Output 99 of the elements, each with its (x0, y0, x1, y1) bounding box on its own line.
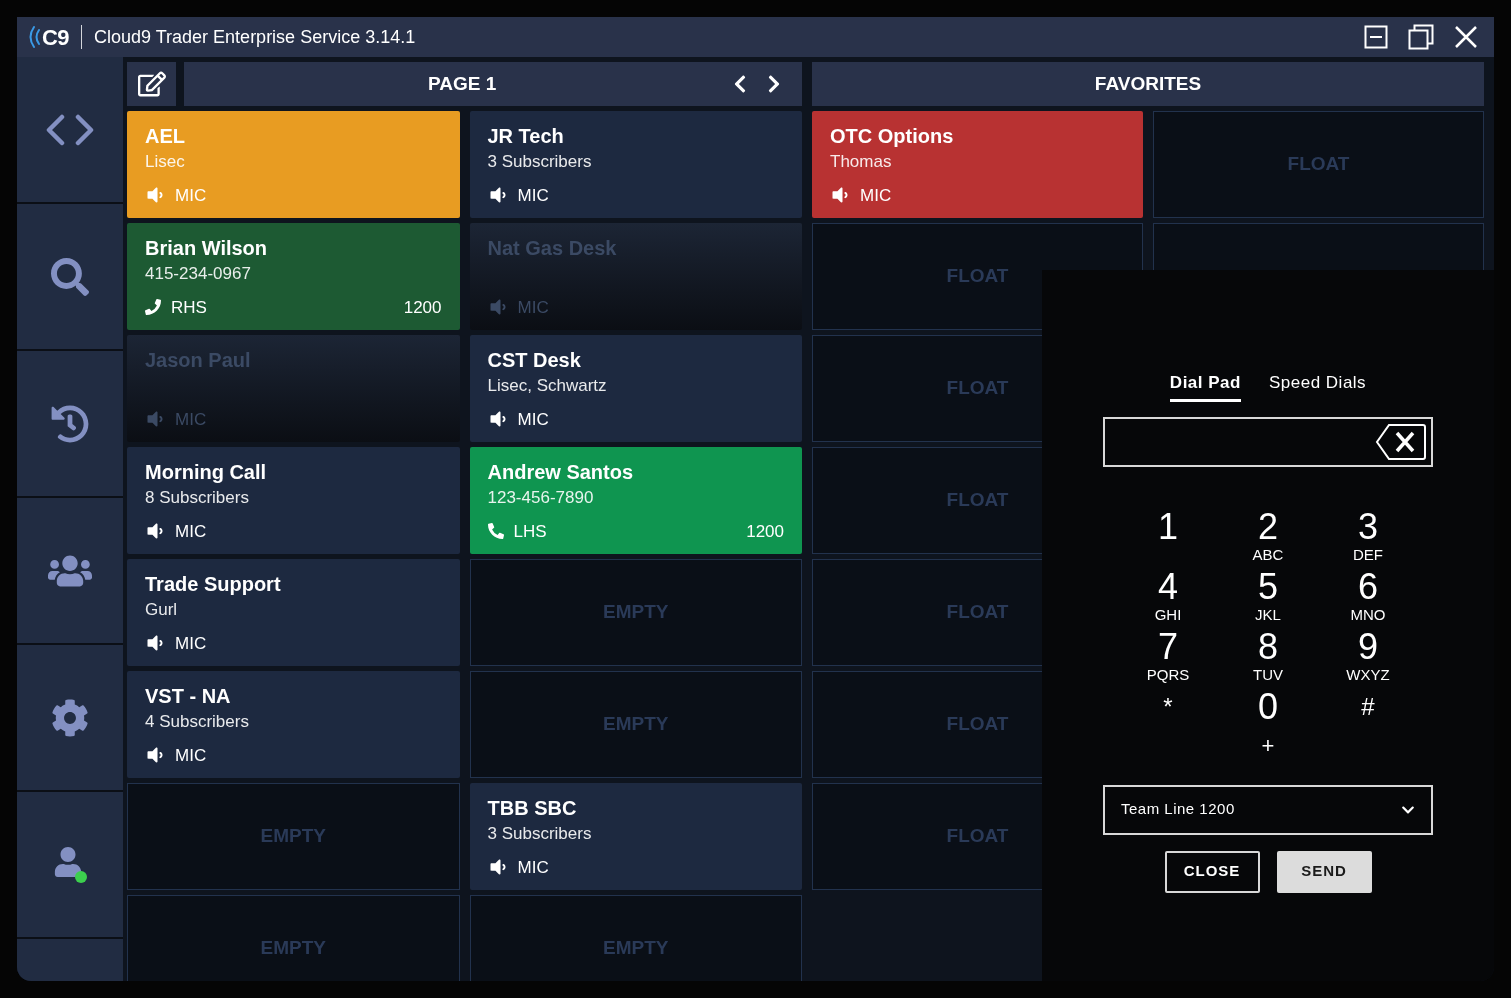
settings-icon (51, 698, 89, 737)
contact-tile[interactable]: OTC Options Thomas MIC (812, 111, 1143, 218)
backspace-icon[interactable] (1375, 422, 1427, 461)
tile-subtitle: 4 Subscribers (145, 711, 249, 733)
line-label: MIC (175, 408, 207, 431)
tile-title: TBB SBC (487, 796, 578, 821)
tile-placeholder: EMPTY (603, 600, 669, 625)
tile-subtitle: Lisec (145, 151, 185, 173)
tile-title: JR Tech (487, 124, 565, 149)
contact-tile[interactable]: JR Tech 3 Subscribers MIC (469, 111, 802, 218)
tile-title: Brian Wilson (145, 236, 269, 261)
code-icon (44, 113, 96, 146)
sidebar-item[interactable] (17, 498, 123, 643)
line-select[interactable]: Team Line 1200 (1103, 784, 1433, 835)
contact-tile[interactable]: Morning Call 8 Subscribers MIC (127, 447, 460, 554)
tile-title: Jason Paul (145, 348, 252, 373)
tile-subtitle: 123-456-7890 (487, 487, 594, 509)
line-label: MIC (860, 184, 892, 207)
tile-placeholder: EMPTY (260, 936, 326, 961)
tile-placeholder: EMPTY (603, 936, 669, 961)
dial-tab[interactable]: Dial Pad (1169, 370, 1241, 402)
contact-tile[interactable]: Andrew Santos 123-456-7890 LHS 1200 (469, 447, 802, 554)
tile-subtitle: 8 Subscribers (145, 487, 249, 509)
tile-subtitle: 3 Subscribers (487, 151, 592, 173)
tile-title: Nat Gas Desk (487, 236, 618, 261)
speaker-icon (145, 521, 165, 542)
tile-subtitle: Thomas (830, 151, 892, 173)
tile-placeholder: FLOAT (946, 264, 1009, 289)
window-title: Cloud9 Trader Enterprise Service 3.14.1 (94, 25, 416, 49)
tile-title: VST - NA (145, 684, 232, 709)
tile-title: Andrew Santos (487, 460, 635, 485)
tile-title: Morning Call (145, 460, 268, 485)
sidebar-item[interactable] (17, 645, 123, 790)
tile-placeholder: EMPTY (260, 824, 326, 849)
tile-subtitle: 415-234-0967 (145, 263, 251, 285)
dial-key[interactable]: # (1318, 688, 1418, 747)
tile-placeholder: FLOAT (946, 376, 1009, 401)
contact-tile[interactable]: TBB SBC 3 Subscribers MIC (469, 783, 802, 890)
tile-placeholder: FLOAT (946, 488, 1009, 513)
line-label: MIC (517, 184, 549, 207)
edit-button[interactable] (127, 62, 176, 106)
tile-placeholder: FLOAT (946, 600, 1009, 625)
contact-tile[interactable]: Trade Support Gurl MIC (127, 559, 460, 666)
send-button[interactable]: SEND (1276, 850, 1372, 893)
sidebar-item[interactable] (17, 351, 123, 496)
dial-key[interactable]: 9 WXYZ (1318, 628, 1418, 687)
search-icon (51, 257, 89, 296)
tile-subtitle: Gurl (145, 599, 178, 621)
line-label: MIC (175, 632, 207, 655)
speaker-icon (145, 745, 165, 766)
maximize-icon[interactable] (1408, 24, 1434, 50)
dial-key[interactable]: 2 ABC (1218, 508, 1318, 567)
close-icon[interactable] (1454, 25, 1478, 49)
speaker-icon (145, 185, 165, 206)
close-button[interactable]: CLOSE (1164, 850, 1260, 893)
sidebar-item[interactable] (17, 204, 123, 349)
extension-number: 1200 (403, 296, 442, 319)
edit-icon (137, 70, 166, 98)
sidebar-item[interactable] (17, 792, 123, 937)
speaker-icon (830, 185, 850, 206)
dial-key[interactable]: 8 TUV (1218, 628, 1318, 687)
number-field[interactable] (1103, 416, 1433, 467)
phone-icon (487, 523, 504, 540)
tile-placeholder: FLOAT (1287, 152, 1350, 177)
dial-key[interactable]: 6 MNO (1318, 568, 1418, 627)
tile-placeholder: FLOAT (946, 824, 1009, 849)
tile-placeholder: EMPTY (603, 712, 669, 737)
extension-number: 1200 (746, 520, 784, 543)
history-icon (51, 404, 89, 443)
page-title: PAGE 1 (428, 71, 497, 96)
signal-icon (27, 25, 41, 49)
line-label: MIC (175, 184, 207, 207)
line-label: RHS (171, 296, 207, 319)
dial-key[interactable]: 3 DEF (1318, 508, 1418, 567)
phone-icon (145, 299, 161, 316)
contact-tile[interactable]: VST - NA 4 Subscribers MIC (127, 671, 460, 778)
line-label: MIC (517, 296, 549, 319)
minimize-icon[interactable] (1364, 25, 1388, 49)
user-status-icon (53, 846, 87, 883)
line-label: LHS (513, 520, 547, 543)
speaker-icon (145, 409, 165, 430)
contact-tile[interactable]: Brian Wilson 415-234-0967 RHS 1200 (127, 223, 460, 330)
dial-tab[interactable]: Speed Dials (1268, 370, 1367, 402)
tile-title: CST Desk (487, 348, 582, 373)
speaker-icon (145, 633, 165, 654)
app-logo: C9 (42, 23, 70, 52)
line-label: MIC (517, 856, 549, 879)
dial-key[interactable]: 5 JKL (1218, 568, 1318, 627)
tile-title: OTC Options (830, 124, 955, 149)
tile-placeholder: FLOAT (946, 712, 1009, 737)
line-label: MIC (175, 744, 207, 767)
tile-subtitle: Lisec, Schwartz (487, 375, 607, 397)
line-label: MIC (175, 520, 207, 543)
tile-title: AEL (145, 124, 186, 149)
favorites-title: FAVORITES (1094, 71, 1202, 96)
line-label: MIC (517, 408, 549, 431)
tile-subtitle: 3 Subscribers (487, 823, 592, 845)
contact-tile[interactable]: CST Desk Lisec, Schwartz MIC (469, 335, 802, 442)
tile-title: Trade Support (145, 572, 282, 597)
